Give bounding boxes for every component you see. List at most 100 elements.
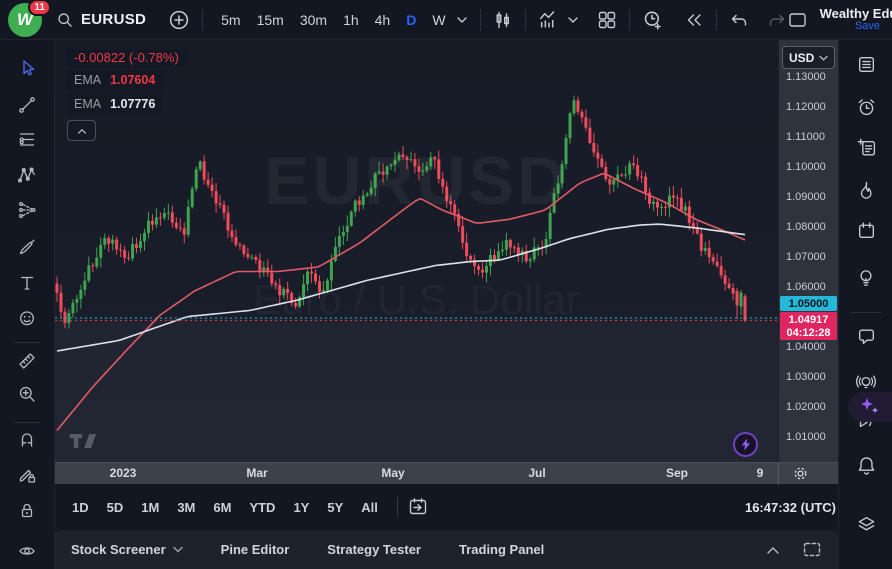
ideas-lightbulb-icon[interactable] — [839, 266, 892, 288]
bottom-tabs: Stock Screener Pine Editor Strategy Tester… — [71, 542, 582, 557]
ema-fast-value: 1.07604 — [110, 73, 155, 87]
range-1Y[interactable]: 1Y — [286, 496, 316, 519]
price-axis-label: 1.04000 — [786, 341, 826, 353]
range-buttons: 1D5D1M3M6MYTD1Y5YAll — [63, 496, 387, 519]
drawing-edit-lock-icon[interactable] — [16, 464, 38, 486]
time-axis[interactable]: 2023MarMayJulSep9 — [55, 462, 838, 484]
range-All[interactable]: All — [354, 496, 385, 519]
timeframe-1h[interactable]: 1h — [337, 9, 365, 31]
fib-retracement-tool-icon[interactable] — [16, 129, 38, 151]
forecast-tool-icon[interactable] — [16, 199, 38, 221]
hotlists-flame-icon[interactable] — [839, 179, 892, 201]
ruler-tool-icon[interactable] — [16, 350, 38, 372]
price-axis-label: 1.01000 — [786, 431, 826, 443]
undo-icon[interactable] — [729, 11, 749, 29]
panel-maximize-icon[interactable] — [802, 541, 822, 558]
right-sidebar — [838, 40, 892, 569]
indicators-icon[interactable] — [538, 9, 559, 30]
layout-grid-icon[interactable] — [597, 10, 617, 30]
divider — [397, 497, 398, 517]
legend-collapse-button[interactable] — [67, 120, 96, 141]
price-axis-label: 1.08000 — [786, 221, 826, 233]
timeframe-5m[interactable]: 5m — [215, 9, 246, 31]
emoji-tool-icon[interactable] — [16, 307, 38, 329]
brush-tool-icon[interactable] — [16, 236, 38, 258]
range-1D[interactable]: 1D — [65, 496, 96, 519]
trend-line-tool-icon[interactable] — [16, 94, 38, 116]
magnet-tool-icon[interactable] — [16, 429, 38, 451]
alert-add-icon[interactable] — [642, 9, 664, 31]
price-axis-label: 1.06000 — [786, 281, 826, 293]
timeframe-list: 5m15m30m1h4hDW — [215, 9, 451, 31]
timeframe-4h[interactable]: 4h — [369, 9, 397, 31]
tab-stock-screener[interactable]: Stock Screener — [71, 542, 183, 557]
date-range-row: 1D5D1M3M6MYTD1Y5YAll 16:47:32 (UTC) — [55, 484, 838, 530]
save-layout-icon[interactable] — [787, 10, 808, 30]
indicators-chevron-down-icon[interactable] — [567, 15, 579, 25]
divider — [14, 422, 40, 423]
tab-label: Pine Editor — [221, 542, 290, 557]
zoom-in-tool-icon[interactable] — [16, 383, 38, 405]
notes-icon[interactable] — [839, 136, 892, 158]
bottom-panel-bar: Stock Screener Pine Editor Strategy Tester… — [55, 530, 838, 569]
redo-icon[interactable] — [767, 11, 787, 29]
range-3M[interactable]: 3M — [170, 496, 202, 519]
timeframe-15m[interactable]: 15m — [251, 9, 290, 31]
chart-style-candles-icon[interactable] — [493, 10, 513, 30]
timeframe-D[interactable]: D — [400, 9, 422, 31]
chart-pane[interactable]: EURUSD Euro / U.S. Dollar -0.00822 (-0.7… — [55, 40, 778, 462]
timeframe-chevron-down-icon[interactable] — [456, 15, 468, 25]
divider — [851, 312, 881, 313]
time-axis-label-Mar: Mar — [246, 466, 267, 480]
range-YTD[interactable]: YTD — [242, 496, 282, 519]
ema-slow-row[interactable]: EMA1.07776 — [67, 94, 162, 115]
streams-lightbulb-icon[interactable] — [839, 371, 892, 393]
last-price-tag: 1.04917 04:12:28 — [780, 312, 837, 340]
save-label[interactable]: Save — [855, 20, 880, 33]
divider — [14, 342, 40, 343]
lock-all-drawings-icon[interactable] — [16, 499, 38, 521]
timeframe-30m[interactable]: 30m — [294, 9, 333, 31]
range-5D[interactable]: 5D — [100, 496, 131, 519]
price-axis-label: 1.02000 — [786, 401, 826, 413]
text-tool-icon[interactable] — [16, 272, 38, 294]
range-5Y[interactable]: 5Y — [320, 496, 350, 519]
account-menu[interactable]: Wealthy Educ... Save — [820, 7, 892, 33]
search-icon — [56, 11, 74, 29]
hide-all-drawings-icon[interactable] — [16, 539, 38, 561]
tradingview-logo-icon[interactable] — [68, 433, 98, 449]
instant-trading-bolt-button[interactable] — [733, 432, 758, 457]
bar-replay-icon[interactable] — [684, 11, 704, 29]
range-1M[interactable]: 1M — [134, 496, 166, 519]
timeframe-W[interactable]: W — [426, 9, 451, 31]
clock-utc[interactable]: 16:47:32 (UTC) — [745, 500, 836, 515]
divider — [629, 9, 630, 31]
chat-icon[interactable] — [839, 325, 892, 347]
price-axis-label: 1.07000 — [786, 251, 826, 263]
app-logo[interactable]: W 11 — [8, 3, 42, 37]
go-to-date-icon[interactable] — [408, 497, 428, 517]
ema-fast-row[interactable]: EMA1.07604 — [67, 70, 162, 91]
symbol-search[interactable]: EURUSD — [56, 11, 146, 29]
watchlist-icon[interactable] — [839, 53, 892, 75]
range-6M[interactable]: 6M — [206, 496, 238, 519]
tab-strategy-tester[interactable]: Strategy Tester — [327, 542, 421, 557]
alerts-clock-icon[interactable] — [839, 96, 892, 118]
symbol-name: EURUSD — [81, 11, 146, 28]
tab-trading-panel[interactable]: Trading Panel — [459, 542, 544, 557]
object-tree-layers-icon[interactable] — [839, 513, 892, 535]
calendar-icon[interactable] — [839, 219, 892, 241]
alert-price-tag[interactable]: 1.05000 — [780, 296, 837, 311]
xabcd-pattern-tool-icon[interactable] — [16, 164, 38, 186]
panel-expand-chevron-icon[interactable] — [764, 543, 782, 557]
price-axis[interactable]: USD 1.05000 1.04917 04:12:28 1.130001.12… — [778, 40, 838, 462]
axis-settings-gear-icon[interactable] — [793, 466, 808, 481]
divider — [525, 9, 526, 31]
notifications-bell-icon[interactable] — [839, 454, 892, 476]
top-toolbar: W 11 EURUSD 5m15m30m1h4hDW — [0, 0, 892, 40]
cursor-tool-icon[interactable] — [16, 57, 38, 79]
ai-assistant-pill[interactable] — [848, 392, 892, 422]
compare-add-icon[interactable] — [168, 9, 190, 31]
currency-dropdown[interactable]: USD — [782, 46, 835, 69]
tab-pine-editor[interactable]: Pine Editor — [221, 542, 290, 557]
